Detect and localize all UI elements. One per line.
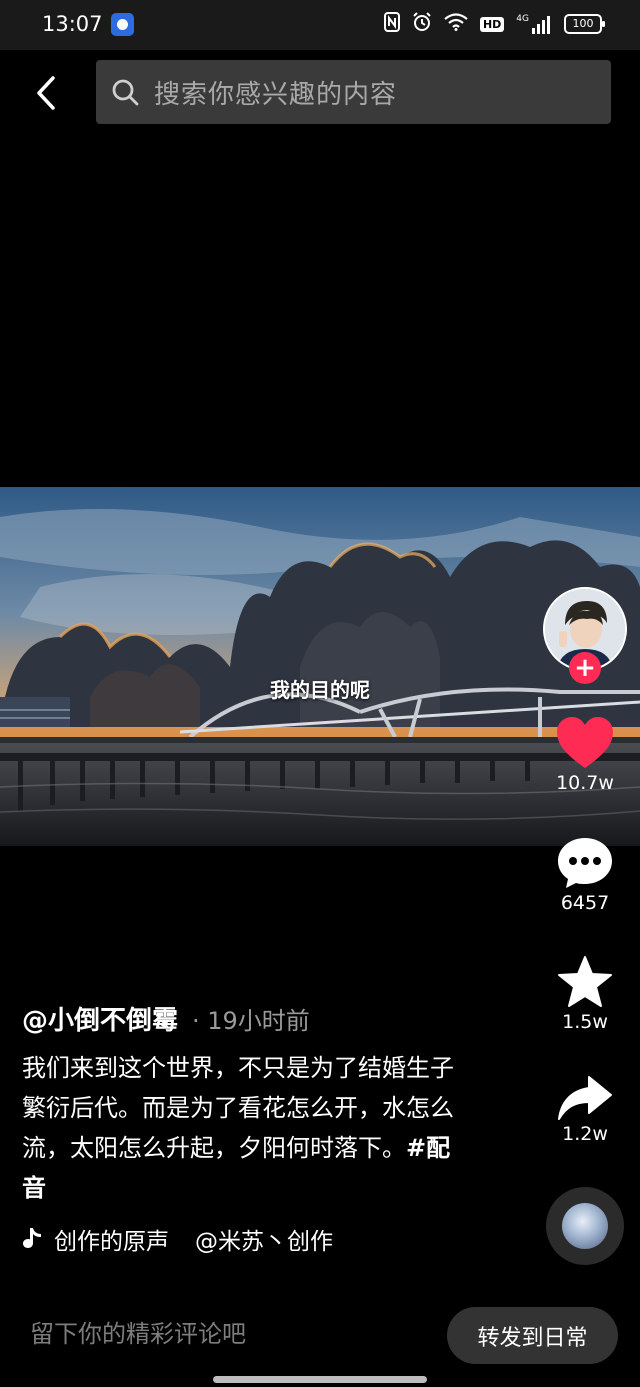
hd-icon: HD xyxy=(479,16,505,32)
comment-input[interactable]: 留下你的精彩评论吧 xyxy=(30,1314,246,1349)
repost-button[interactable]: 转发到日常 xyxy=(447,1307,618,1364)
status-time: 13:07 xyxy=(42,12,103,36)
video-subtitle: 我的目的呢 xyxy=(270,678,370,702)
author-name[interactable]: @小倒不倒霉 xyxy=(22,1000,178,1037)
share-arrow-icon xyxy=(558,1076,612,1120)
status-bar: 13:07 HD 4G 100 xyxy=(0,0,640,50)
star-icon xyxy=(558,956,612,1007)
status-icons: HD 4G 100 xyxy=(383,12,605,36)
favorite-count: 1.5w xyxy=(562,1011,608,1033)
comment-bubble-icon xyxy=(558,838,612,888)
share-count: 1.2w xyxy=(562,1123,608,1145)
alarm-icon xyxy=(412,12,432,36)
wifi-icon xyxy=(444,13,468,35)
music-disc-button[interactable] xyxy=(546,1187,624,1265)
chevron-left-icon xyxy=(37,76,55,110)
comment-count: 6457 xyxy=(560,892,610,914)
author-line: @小倒不倒霉 · 19小时前 xyxy=(22,1000,310,1037)
video-page: 13:07 HD 4G 100 搜索你感兴趣的内容 我的目的呢 + 10.7w … xyxy=(0,0,640,1387)
favorite-button[interactable]: 1.5w xyxy=(545,955,625,1033)
music-disc-icon xyxy=(562,1203,608,1249)
music-info[interactable]: 创作的原声 @米苏丶创作 xyxy=(22,1222,333,1256)
search-placeholder: 搜索你感兴趣的内容 xyxy=(154,79,398,110)
nfc-icon xyxy=(383,12,400,36)
like-button[interactable]: 10.7w xyxy=(545,716,625,794)
like-count: 10.7w xyxy=(556,772,614,794)
network-type: 4G xyxy=(516,14,529,24)
plus-icon: + xyxy=(574,653,596,683)
caption-text: 我们来到这个世界，不只是为了结婚生子繁衍后代。而是为了看花怎么开，水怎么流，太阳… xyxy=(22,1054,454,1162)
post-time: · 19小时前 xyxy=(192,1007,310,1035)
post-caption: 我们来到这个世界，不只是为了结婚生子繁衍后代。而是为了看花怎么开，水怎么流，太阳… xyxy=(22,1048,462,1208)
share-button[interactable]: 1.2w xyxy=(545,1075,625,1145)
heart-icon xyxy=(557,717,613,768)
author-avatar-group: + xyxy=(543,587,627,684)
app-notification-icon xyxy=(111,13,134,36)
search-icon xyxy=(110,77,140,107)
tiktok-note-icon xyxy=(22,1226,44,1252)
home-indicator[interactable] xyxy=(213,1376,427,1383)
comment-button[interactable]: 6457 xyxy=(545,836,625,914)
back-button[interactable] xyxy=(26,70,66,116)
music-creator: @米苏丶创作 xyxy=(195,1229,333,1255)
music-title: 创作的原声 xyxy=(54,1229,169,1255)
signal-icon: 4G xyxy=(516,14,552,34)
follow-button[interactable]: + xyxy=(569,652,601,684)
search-input[interactable]: 搜索你感兴趣的内容 xyxy=(96,60,611,124)
battery-icon: 100 xyxy=(564,14,605,34)
